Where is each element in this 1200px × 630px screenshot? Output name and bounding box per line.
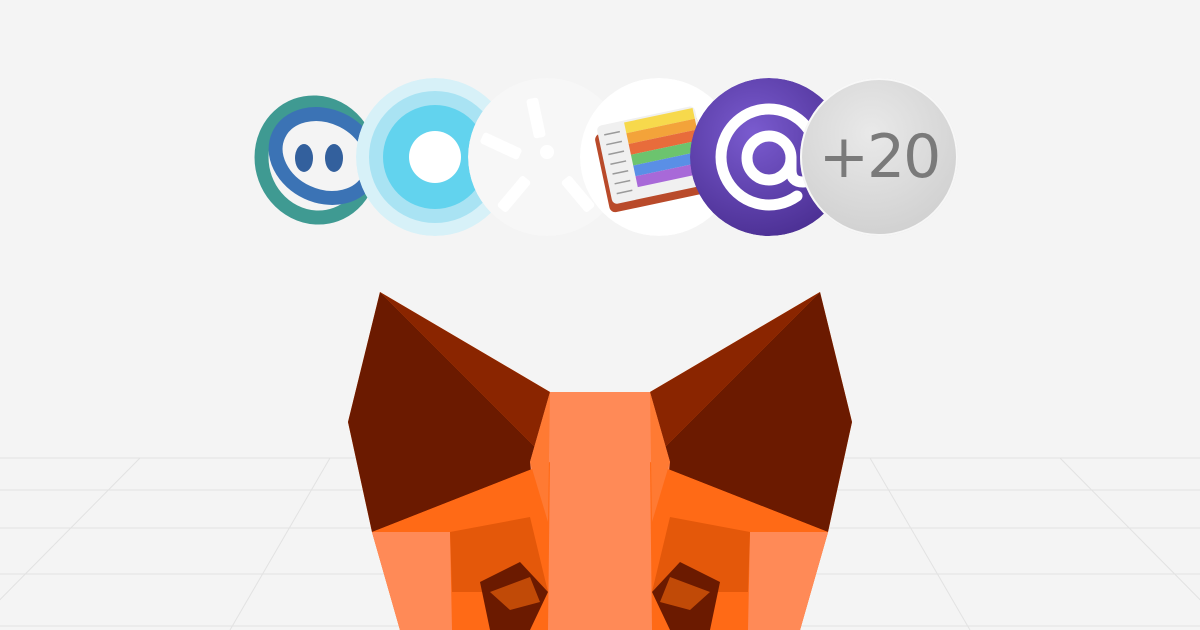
- more-wallets-badge: +20: [800, 78, 958, 236]
- more-wallets-count: +20: [818, 122, 942, 192]
- banner-canvas: +20: [0, 0, 1200, 630]
- fox-mascot: [340, 292, 860, 630]
- metamask-fox-icon: [348, 292, 852, 630]
